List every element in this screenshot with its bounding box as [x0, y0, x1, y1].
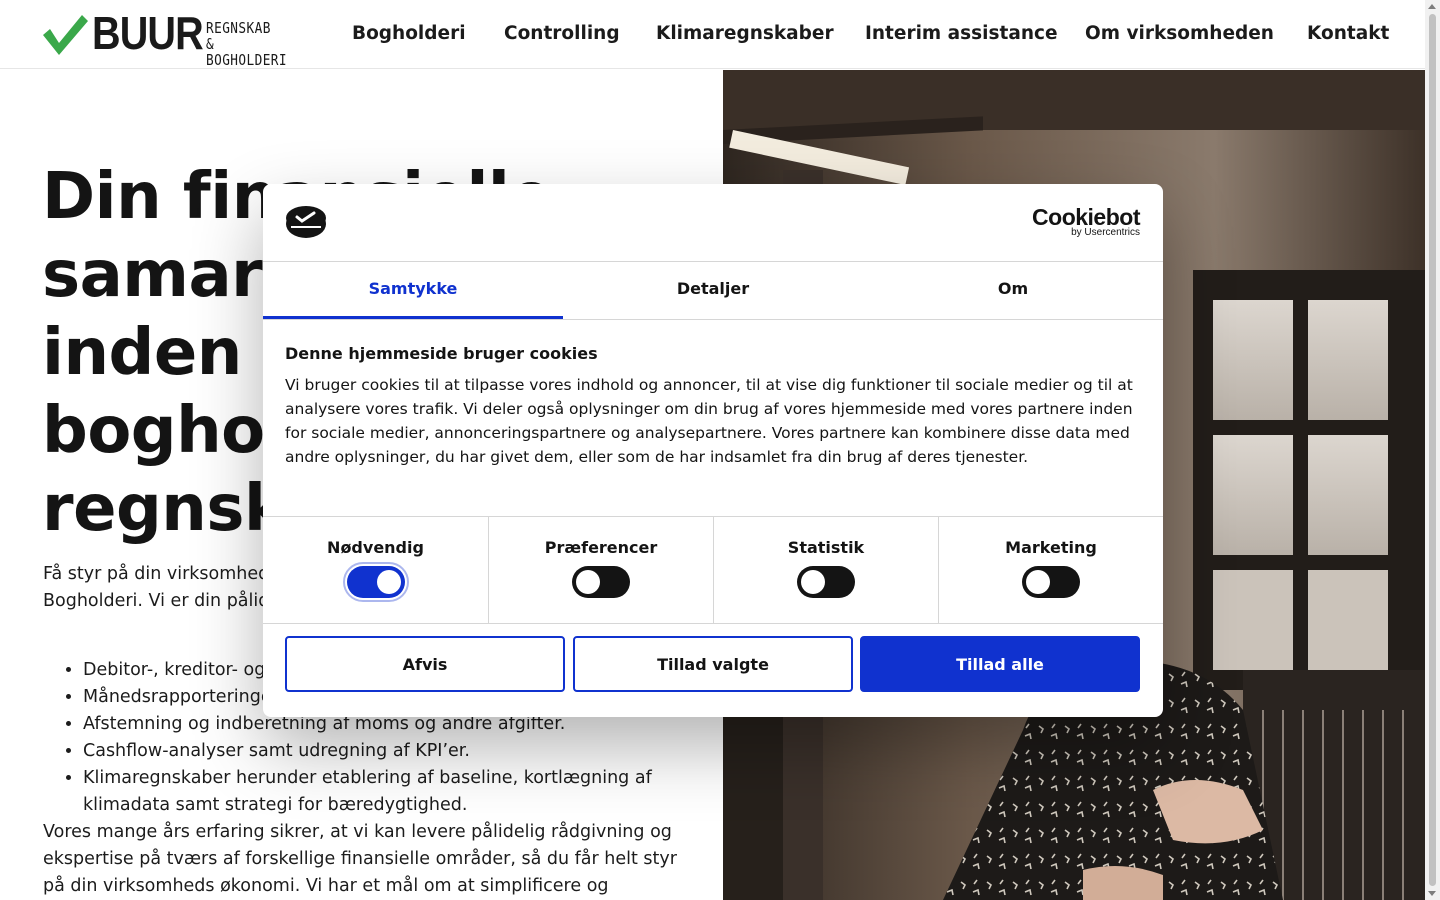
toggle-label: Præferencer: [544, 538, 658, 557]
tab-detaljer[interactable]: Detaljer: [563, 262, 863, 319]
toggle-knob: [576, 570, 600, 594]
toggle-knob: [1026, 570, 1050, 594]
dialog-header: Cookiebot by Usercentrics: [263, 184, 1163, 262]
dialog-title: Denne hjemmeside bruger cookies: [285, 344, 598, 363]
toggle-knob: [801, 570, 825, 594]
nav-item-controlling[interactable]: Controlling: [504, 22, 620, 46]
toggle-label: Statistik: [787, 538, 865, 557]
dialog-tabs: Samtykke Detaljer Om: [263, 262, 1163, 320]
list-item: Cashflow-analyser samt udregning af KPI’…: [83, 738, 733, 765]
marketing-toggle[interactable]: [1022, 566, 1080, 598]
preferences-toggle[interactable]: [572, 566, 630, 598]
dialog-buttons: Afvis Tillad valgte Tillad alle: [285, 636, 1141, 692]
nav-item-kontakt[interactable]: Kontakt: [1307, 22, 1389, 46]
toggle-cell-preferences: Præferencer: [488, 517, 713, 623]
nav-item-klimaregnskaber[interactable]: Klimaregnskaber: [656, 22, 834, 46]
toggle-cell-marketing: Marketing: [938, 517, 1163, 623]
statistics-toggle[interactable]: [797, 566, 855, 598]
logo-brand: BUUR: [92, 7, 204, 59]
reject-button[interactable]: Afvis: [285, 636, 565, 692]
toggle-cell-statistics: Statistik: [713, 517, 938, 623]
toggle-label: Nødvendig: [327, 538, 424, 557]
toggle-cell-necessary: Nødvendig: [263, 517, 488, 623]
cookiebot-brand-name: Cookiebot: [1032, 204, 1140, 230]
logo-subtitle-line1: REGNSKAB: [206, 19, 271, 37]
checkmark-icon: [43, 15, 88, 55]
cookie-logo-icon: [286, 206, 326, 238]
scroll-up-icon[interactable]: [1428, 4, 1436, 9]
hero-paragraph: Vores mange års erfaring sikrer, at vi k…: [43, 822, 677, 896]
toggle-knob: [376, 570, 401, 594]
site-logo[interactable]: BUUR REGNSKAB & BOGHOLDERI: [42, 7, 317, 68]
logo-subtitle-line2: & BOGHOLDERI: [206, 35, 288, 69]
tab-samtykke[interactable]: Samtykke: [263, 262, 563, 319]
site-header: BUUR REGNSKAB & BOGHOLDERI Bogholderi Co…: [0, 0, 1425, 69]
tab-om[interactable]: Om: [863, 262, 1163, 319]
cookiebot-brand[interactable]: Cookiebot by Usercentrics: [1032, 205, 1140, 238]
nav-item-om-virksomheden[interactable]: Om virksomheden: [1085, 22, 1274, 46]
allow-all-button[interactable]: Tillad alle: [860, 636, 1140, 692]
cookie-consent-dialog: Cookiebot by Usercentrics Samtykke Detal…: [263, 184, 1163, 717]
scrollbar-thumb[interactable]: [1429, 14, 1436, 886]
consent-toggles: Nødvendig Præferencer Statistik Marketin…: [263, 516, 1163, 624]
page-scrollbar[interactable]: [1425, 0, 1440, 900]
nav-item-interim-assistance[interactable]: Interim assistance: [865, 22, 1058, 46]
scroll-down-icon[interactable]: [1428, 891, 1436, 896]
nav-item-bogholderi[interactable]: Bogholderi: [352, 22, 466, 46]
dialog-description: Vi bruger cookies til at tilpasse vores …: [285, 376, 1133, 466]
logo-subtitle: REGNSKAB & BOGHOLDERI: [206, 20, 300, 68]
allow-selected-button[interactable]: Tillad valgte: [573, 636, 853, 692]
necessary-toggle[interactable]: [342, 562, 409, 602]
toggle-label: Marketing: [1005, 538, 1097, 557]
list-item: Klimaregnskaber herunder etablering af b…: [83, 765, 733, 819]
